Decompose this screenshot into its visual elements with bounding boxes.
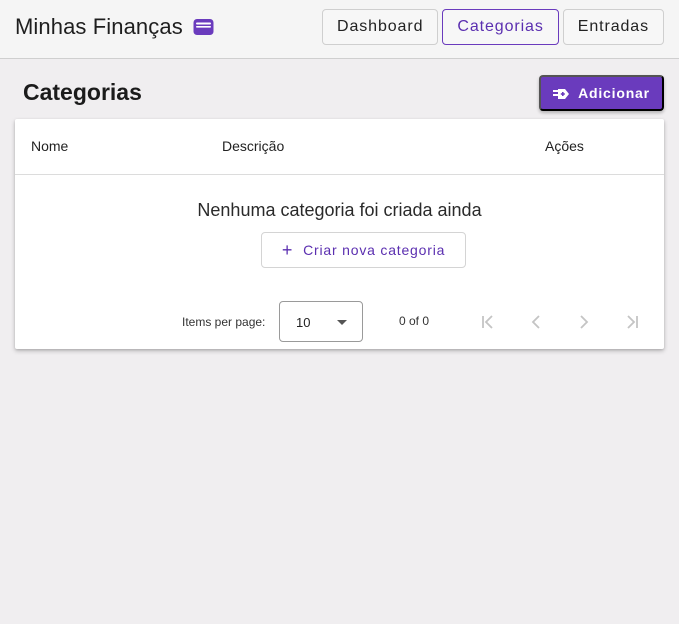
last-page-button[interactable] — [617, 307, 647, 337]
next-page-button[interactable] — [569, 307, 599, 337]
add-button[interactable]: Adicionar — [539, 75, 664, 111]
page-size-value: 10 — [296, 315, 311, 330]
top-bar: Minhas Finanças Dashboard Categorias Ent… — [0, 0, 679, 59]
create-category-button[interactable]: + Criar nova categoria — [261, 232, 466, 268]
brand: Minhas Finanças — [15, 13, 214, 41]
table-header: Nome Descrição Ações — [15, 119, 664, 175]
page-size-select[interactable]: 10 — [279, 301, 363, 342]
page-title: Categorias — [23, 79, 142, 105]
wallet-icon — [193, 18, 214, 36]
nav-dashboard-button[interactable]: Dashboard — [322, 9, 439, 45]
items-per-page-label: Items per page: — [182, 315, 266, 329]
main-nav: Dashboard Categorias Entradas — [322, 9, 664, 45]
previous-page-button[interactable] — [521, 307, 551, 337]
plus-icon: + — [281, 240, 294, 260]
first-page-button[interactable] — [473, 307, 503, 337]
empty-state-message: Nenhuma categoria foi criada ainda — [197, 200, 482, 220]
add-button-label: Adicionar — [578, 85, 650, 101]
column-header-nome: Nome — [31, 138, 69, 154]
brand-title: Minhas Finanças — [15, 14, 183, 39]
nav-entradas-button[interactable]: Entradas — [562, 9, 664, 45]
paginator: Items per page: 10 0 of 0 — [15, 301, 664, 343]
nav-categorias-button[interactable]: Categorias — [442, 9, 559, 45]
add-icon — [553, 87, 570, 99]
column-header-descricao: Descrição — [222, 138, 285, 154]
chevron-right-icon — [580, 315, 589, 329]
caret-down-icon — [337, 320, 347, 325]
first-page-icon — [482, 315, 493, 329]
create-category-label: Criar nova categoria — [303, 242, 446, 258]
column-header-acoes: Ações — [545, 138, 584, 154]
categories-table-card: Nome Descrição Ações Nenhuma categoria f… — [15, 119, 664, 349]
last-page-icon — [627, 315, 638, 329]
range-label: 0 of 0 — [399, 314, 430, 328]
chevron-left-icon — [531, 315, 540, 329]
